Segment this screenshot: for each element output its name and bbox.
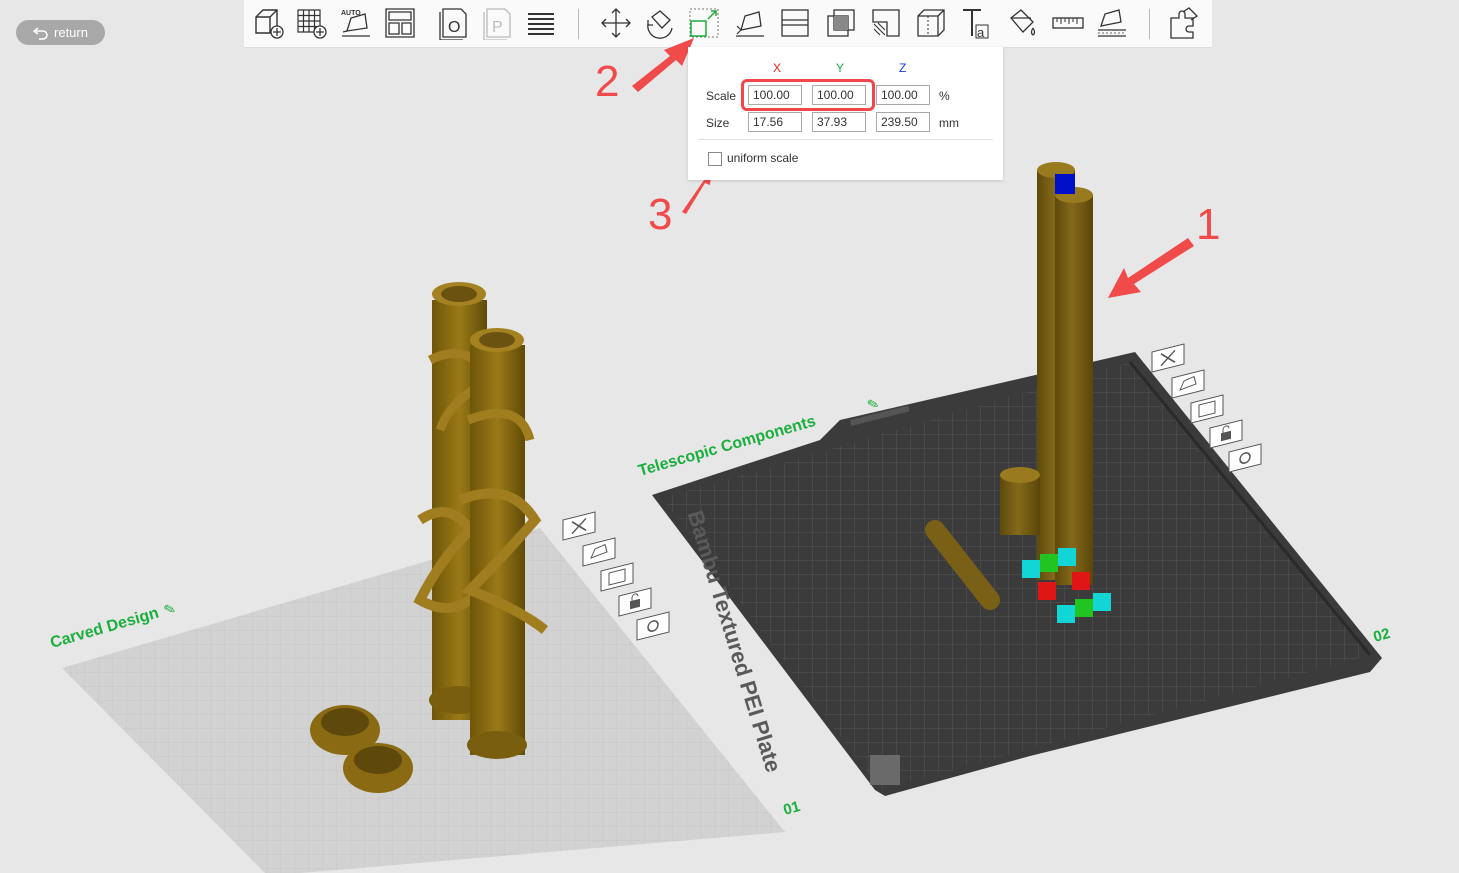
edit-pencil-icon[interactable]: ✎ bbox=[162, 600, 178, 619]
settings-icon[interactable] bbox=[1228, 443, 1262, 473]
edit-pencil-icon[interactable]: ✎ bbox=[865, 395, 881, 414]
highlight-box bbox=[741, 79, 875, 111]
size-z-input[interactable]: 239.50 bbox=[876, 112, 930, 132]
annotation-3: 3 bbox=[648, 190, 673, 239]
lock-icon[interactable] bbox=[618, 587, 652, 617]
plate-02[interactable]: Bambu Textured PEI Plate bbox=[652, 352, 1382, 796]
telescopic-tube-selected[interactable] bbox=[1055, 174, 1093, 585]
orient-plate-icon[interactable] bbox=[1171, 369, 1205, 399]
close-icon[interactable] bbox=[1151, 343, 1185, 373]
plate-01[interactable] bbox=[62, 528, 785, 873]
plate-01-number: 01 bbox=[781, 798, 802, 819]
annotation-2: 2 bbox=[595, 57, 620, 106]
arrow-2 bbox=[632, 38, 694, 92]
orient-plate-icon[interactable] bbox=[582, 537, 616, 567]
scale-handle-z[interactable] bbox=[1055, 174, 1075, 194]
arrange-plate-icon[interactable] bbox=[1190, 394, 1224, 424]
size-label: Size bbox=[706, 116, 730, 130]
scale-unit: % bbox=[939, 89, 950, 103]
close-icon[interactable] bbox=[562, 511, 596, 541]
plate-02-number: 02 bbox=[1371, 625, 1392, 646]
settings-icon[interactable] bbox=[636, 611, 670, 641]
axis-x-header: X bbox=[773, 61, 782, 75]
annotation-1: 1 bbox=[1196, 200, 1221, 249]
scale-label: Scale bbox=[706, 89, 737, 103]
lock-icon[interactable] bbox=[1209, 419, 1243, 449]
scale-panel: X Y Z Scale 100.00 100.00 100.00 % Size … bbox=[688, 47, 1003, 180]
arrow-1 bbox=[1108, 238, 1194, 298]
uniform-scale-label: uniform scale bbox=[727, 151, 799, 165]
arrange-plate-icon[interactable] bbox=[600, 562, 634, 592]
size-unit: mm bbox=[939, 116, 959, 130]
telescopic-cap[interactable] bbox=[1000, 467, 1040, 535]
size-y-input[interactable]: 37.93 bbox=[812, 112, 866, 132]
carved-ring-2[interactable] bbox=[343, 743, 413, 793]
size-x-input[interactable]: 17.56 bbox=[748, 112, 802, 132]
uniform-scale-checkbox[interactable] bbox=[708, 152, 722, 166]
axis-y-header: Y bbox=[836, 61, 845, 75]
axis-z-header: Z bbox=[899, 61, 907, 75]
scale-z-input[interactable]: 100.00 bbox=[876, 85, 930, 105]
